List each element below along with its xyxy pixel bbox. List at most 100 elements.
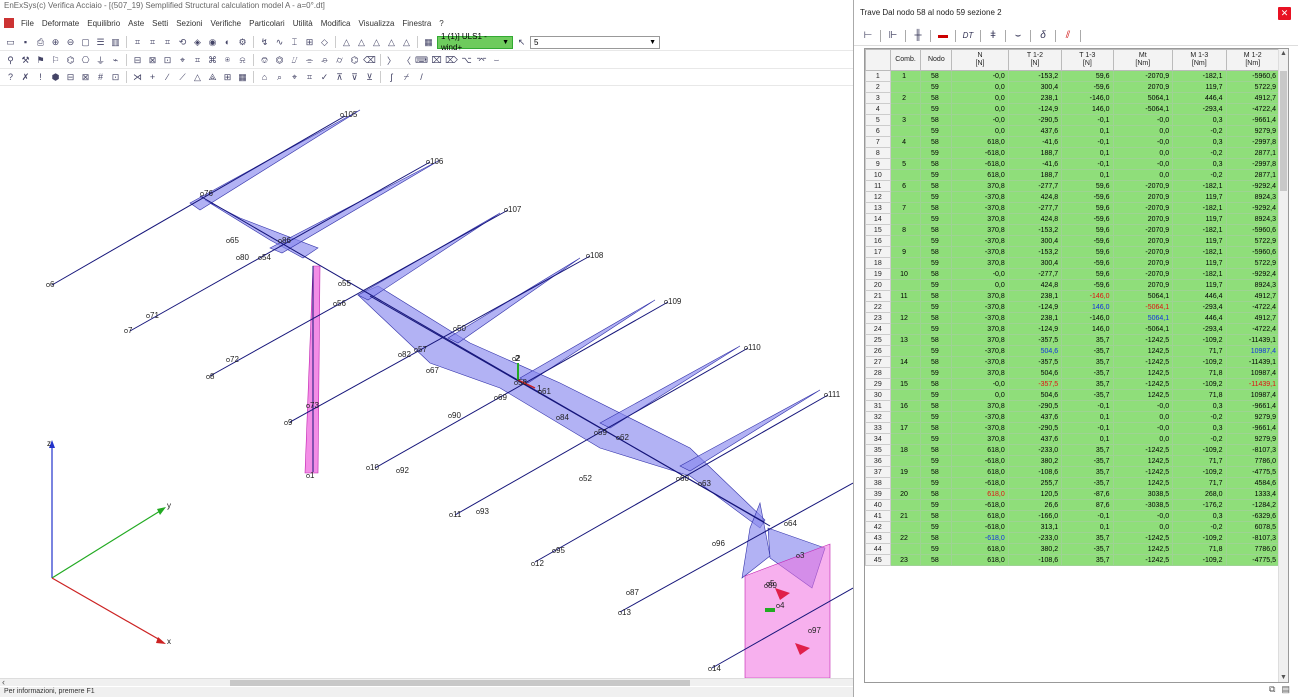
table-row[interactable]: 8 59 -618,0 188,7 0,1 0,0 -0,2 2877,1 xyxy=(865,147,1281,159)
table-cell[interactable]: -618,0 xyxy=(951,477,1009,489)
render-icon[interactable]: ◈ xyxy=(191,36,204,49)
table-cell[interactable]: 146,0 xyxy=(1061,301,1114,313)
copy-icon[interactable]: ⧉ xyxy=(1269,684,1275,695)
rotate-icon[interactable]: ⟲ xyxy=(176,36,189,49)
table-cell[interactable]: -146,0 xyxy=(1061,312,1114,324)
table-cell[interactable]: 370,8 xyxy=(951,433,1009,445)
table-cell[interactable]: 188,7 xyxy=(1007,147,1063,159)
table-cell[interactable]: 370,8 xyxy=(951,334,1009,346)
table-cell[interactable]: -357,5 xyxy=(1007,334,1063,346)
table-cell[interactable]: -146,0 xyxy=(1061,92,1114,104)
table-cell[interactable]: -1242,5 xyxy=(1112,378,1174,390)
table-cell[interactable]: 59 xyxy=(920,147,953,159)
menu-item-utilit[interactable]: Utilità xyxy=(292,19,314,28)
table-cell[interactable]: 370,8 xyxy=(951,323,1009,335)
row-number[interactable]: 6 xyxy=(865,125,891,137)
globe-icon[interactable]: ◉ xyxy=(206,36,219,49)
table-cell[interactable]: 8 xyxy=(889,224,922,236)
tool-icon[interactable]: ⍟ xyxy=(221,54,234,67)
table-cell[interactable]: 437,6 xyxy=(1007,411,1063,423)
table-cell[interactable]: 2070,9 xyxy=(1112,191,1174,203)
tool-icon[interactable]: ⟋ xyxy=(176,71,189,84)
node-icon[interactable]: ⊩ xyxy=(887,30,899,41)
table-cell[interactable]: -2997,8 xyxy=(1225,136,1281,148)
table-cell[interactable]: 59,6 xyxy=(1061,246,1114,258)
table-cell[interactable]: 0,1 xyxy=(1061,169,1114,181)
row-number[interactable]: 36 xyxy=(865,455,891,467)
tool-icon[interactable]: ⊟ xyxy=(64,71,77,84)
table-row[interactable]: 22 59 -370,8 -124,9 146,0 -5064,1 -293,4 -4722,… xyxy=(865,301,1281,313)
grid-icon[interactable]: ⊞ xyxy=(303,36,316,49)
table-cell[interactable]: -370,8 xyxy=(951,411,1009,423)
table-row[interactable]: 30 59 0,0 504,6 -35,7 1242,5 71,8 10987,4 xyxy=(865,389,1281,401)
tool-icon[interactable]: ⏣ xyxy=(273,54,286,67)
pointer-icon[interactable]: ↖ xyxy=(515,36,528,49)
table-cell[interactable]: 618,0 xyxy=(951,554,1009,566)
table-cell[interactable]: -2070,9 xyxy=(1112,224,1174,236)
horizontal-scrollbar[interactable]: ‹ xyxy=(0,677,853,687)
save-icon[interactable]: ▪ xyxy=(19,36,32,49)
table-cell[interactable]: -293,4 xyxy=(1172,301,1227,313)
table-cell[interactable]: 59,6 xyxy=(1061,180,1114,192)
table-cell[interactable]: -109,2 xyxy=(1172,466,1227,478)
tool-icon[interactable]: ⋊ xyxy=(131,71,144,84)
table-cell[interactable]: 35,7 xyxy=(1061,378,1114,390)
table-cell[interactable]: 35,7 xyxy=(1061,356,1114,368)
table-cell[interactable]: 0,1 xyxy=(1061,521,1114,533)
table-cell[interactable]: 59 xyxy=(920,367,953,379)
table-row[interactable]: 23 12 58 -370,8 238,1 -146,0 5064,1 446,4 4912,7 xyxy=(865,312,1281,324)
table-cell[interactable]: 59,6 xyxy=(1061,70,1114,82)
row-number[interactable]: 34 xyxy=(865,433,891,445)
table-cell[interactable]: -0,2 xyxy=(1172,169,1227,181)
table-row[interactable]: 18 59 370,8 300,4 -59,6 2070,9 119,7 5722,9 xyxy=(865,257,1281,269)
table-cell[interactable]: 2070,9 xyxy=(1112,257,1174,269)
table-cell[interactable]: 370,8 xyxy=(951,367,1009,379)
table-cell[interactable]: 370,8 xyxy=(951,213,1009,225)
table-cell[interactable]: -2070,9 xyxy=(1112,70,1174,82)
column-header[interactable]: M 1-3 [Nm] xyxy=(1172,49,1227,71)
column-header[interactable]: Nodo xyxy=(920,49,953,71)
table-cell[interactable]: 2877,1 xyxy=(1225,147,1281,159)
table-cell[interactable]: 58 xyxy=(920,70,953,82)
table-cell[interactable]: 11 xyxy=(889,290,922,302)
table-row[interactable]: 36 59 -618,0 380,2 -35,7 1242,5 71,7 7786,0 xyxy=(865,455,1281,467)
beam-icon[interactable]: ⌶ xyxy=(288,36,301,49)
table-cell[interactable]: -277,7 xyxy=(1007,268,1063,280)
table-cell[interactable]: 119,7 xyxy=(1172,213,1227,225)
table-cell[interactable]: 0,0 xyxy=(951,125,1009,137)
table-cell[interactable]: 8924,3 xyxy=(1225,191,1281,203)
table-cell[interactable]: 10987,4 xyxy=(1225,389,1281,401)
tool-icon[interactable]: ⌬ xyxy=(64,54,77,67)
table-cell[interactable]: 424,8 xyxy=(1007,191,1063,203)
table-cell[interactable]: -153,2 xyxy=(1007,70,1063,82)
table-cell[interactable]: -41,6 xyxy=(1007,136,1063,148)
table-cell[interactable]: 618,0 xyxy=(951,169,1009,181)
row-number[interactable]: 4 xyxy=(865,103,891,115)
table-cell[interactable]: 19 xyxy=(889,466,922,478)
table-cell[interactable]: -176,2 xyxy=(1172,499,1227,511)
table-row[interactable]: 43 22 58 -618,0 -233,0 35,7 -1242,5 -109,2 -8107… xyxy=(865,532,1281,544)
table-cell[interactable]: 618,0 xyxy=(951,543,1009,555)
table-cell[interactable]: 5 xyxy=(889,158,922,170)
tool-icon[interactable]: ⌤ xyxy=(475,54,488,67)
table-row[interactable]: 3 2 58 0,0 238,1 -146,0 5064,1 446,4 4912,7 xyxy=(865,92,1281,104)
table-cell[interactable]: 59 xyxy=(920,279,953,291)
table-row[interactable]: 1 1 58 -0,0 -153,2 59,6 -2070,9 -182,1 -5960,6 xyxy=(865,70,1281,82)
load-icon[interactable]: ↯ xyxy=(258,36,271,49)
table-cell[interactable]: 0,0 xyxy=(951,389,1009,401)
menu-item-modifica[interactable]: Modifica xyxy=(320,19,352,28)
table-cell[interactable] xyxy=(889,389,922,401)
table-row[interactable]: 33 17 58 -370,8 -290,5 -0,1 -0,0 0,3 -9661,4 xyxy=(865,422,1281,434)
menu-item-deformate[interactable]: Deformate xyxy=(41,19,80,28)
tool-icon[interactable]: ⊞ xyxy=(221,71,234,84)
tool-icon[interactable]: ⬢ xyxy=(49,71,62,84)
table-cell[interactable]: -618,0 xyxy=(951,158,1009,170)
structure-icon[interactable]: △ xyxy=(385,36,398,49)
wave-icon[interactable]: ∿ xyxy=(273,36,286,49)
table-cell[interactable]: -9661,4 xyxy=(1225,422,1281,434)
table-row[interactable]: 16 59 -370,8 300,4 -59,6 2070,9 119,7 5722,9 xyxy=(865,235,1281,247)
table-row[interactable]: 40 59 -618,0 26,6 87,6 -3038,5 -176,2 -1284,2 xyxy=(865,499,1281,511)
row-number[interactable]: 44 xyxy=(865,543,891,555)
row-number[interactable]: 25 xyxy=(865,334,891,346)
zoom-in-icon[interactable]: ⊕ xyxy=(49,36,62,49)
